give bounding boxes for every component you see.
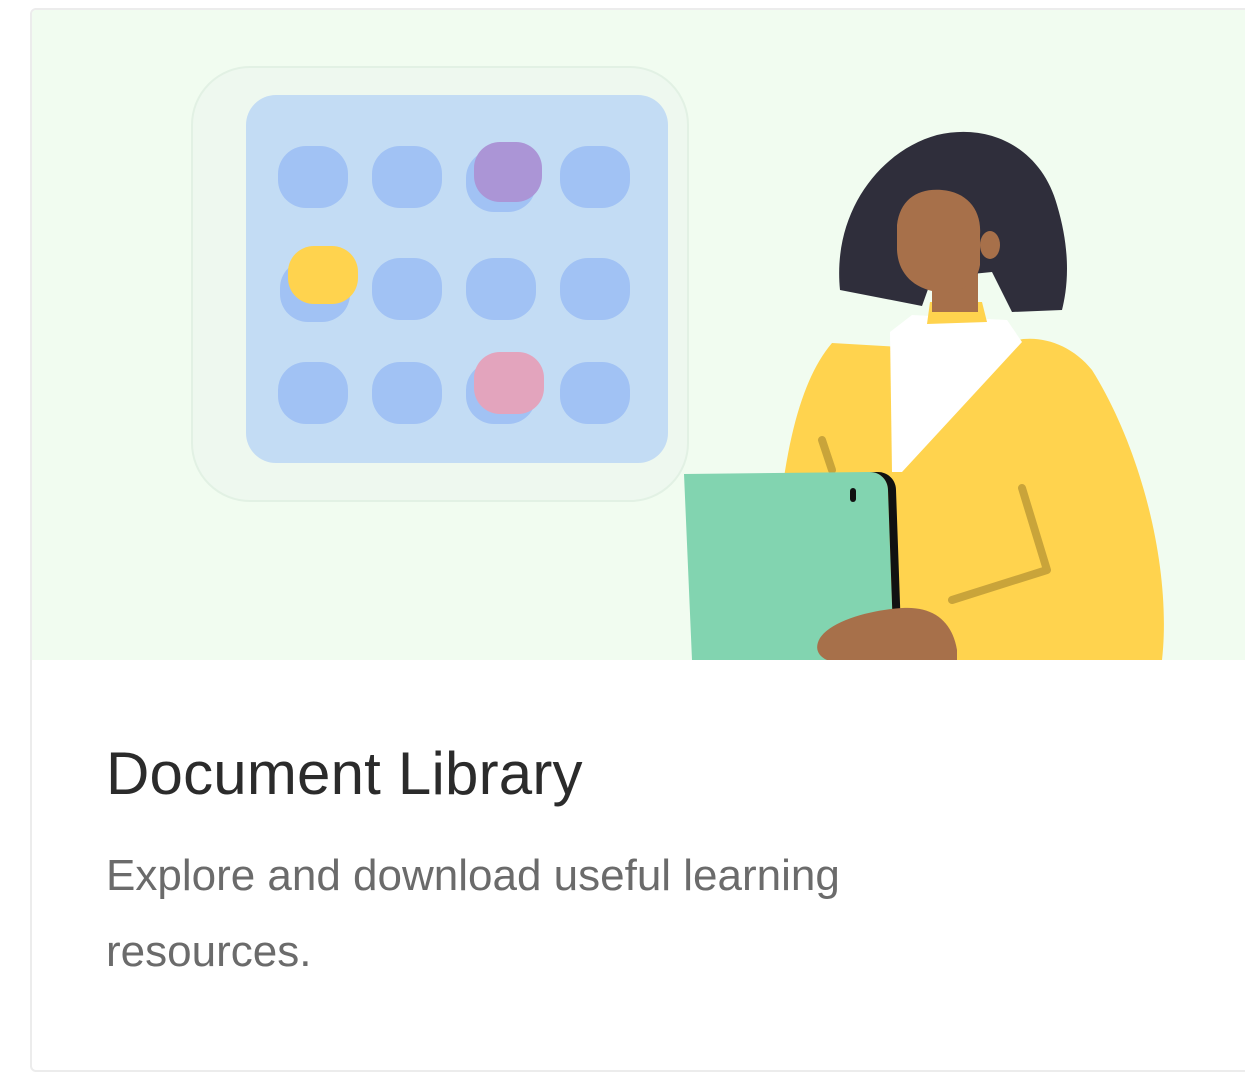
card-title[interactable]: Document Library [106,738,583,810]
calendar-illustration-icon [191,66,1164,660]
card-description: Explore and download useful learning res… [106,851,840,976]
document-library-card[interactable]: Document Library Explore and download us… [30,8,1245,1072]
card-illustration [32,10,1245,660]
